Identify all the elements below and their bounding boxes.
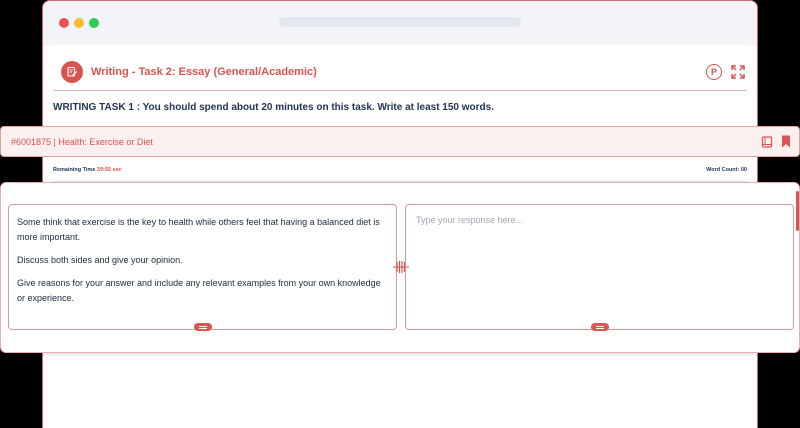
- question-bar: #6001875 | Health: Exercise or Diet: [0, 126, 800, 157]
- question-id-label: #6001875 | Health: Exercise or Diet: [11, 137, 153, 147]
- edit-document-icon: [61, 61, 83, 83]
- question-box: Some think that exercise is the key to h…: [8, 204, 397, 330]
- response-resize-handle[interactable]: [591, 323, 609, 331]
- minimize-window-button[interactable]: [74, 18, 84, 28]
- task-title: Writing - Task 2: Essay (General/Academi…: [91, 66, 317, 78]
- response-input[interactable]: [414, 213, 788, 323]
- word-count-value: 00: [740, 167, 747, 173]
- book-icon[interactable]: [761, 136, 773, 148]
- p-button[interactable]: P: [706, 64, 722, 80]
- close-window-button[interactable]: [59, 18, 69, 28]
- maximize-window-button[interactable]: [89, 18, 99, 28]
- remaining-time: Remaining Time 39:55 sec: [53, 167, 122, 173]
- question-paragraph: Some think that exercise is the key to h…: [17, 217, 380, 242]
- word-count: Word Count: 00: [706, 167, 747, 173]
- remaining-time-label: Remaining Time: [53, 167, 96, 173]
- status-row: Remaining Time 39:55 sec Word Count: 00: [53, 167, 747, 179]
- panel-scrollbar[interactable]: [796, 191, 799, 231]
- address-bar[interactable]: [279, 17, 521, 27]
- question-resize-handle[interactable]: [194, 323, 212, 331]
- word-count-label: Word Count:: [706, 167, 740, 173]
- expand-icon[interactable]: [731, 65, 745, 79]
- header-divider: [53, 90, 747, 91]
- task-instruction: WRITING TASK 1 : You should spend about …: [53, 102, 494, 113]
- response-box: [405, 204, 794, 330]
- question-paragraph: Give reasons for your answer and include…: [17, 278, 381, 303]
- writing-panel: Some think that exercise is the key to h…: [0, 182, 800, 353]
- question-text: Some think that exercise is the key to h…: [17, 215, 389, 314]
- bookmark-icon[interactable]: [781, 135, 791, 148]
- remaining-time-value: 39:55 sec: [96, 167, 122, 173]
- window-titlebar: [43, 1, 757, 45]
- question-paragraph: Discuss both sides and give your opinion…: [17, 255, 183, 265]
